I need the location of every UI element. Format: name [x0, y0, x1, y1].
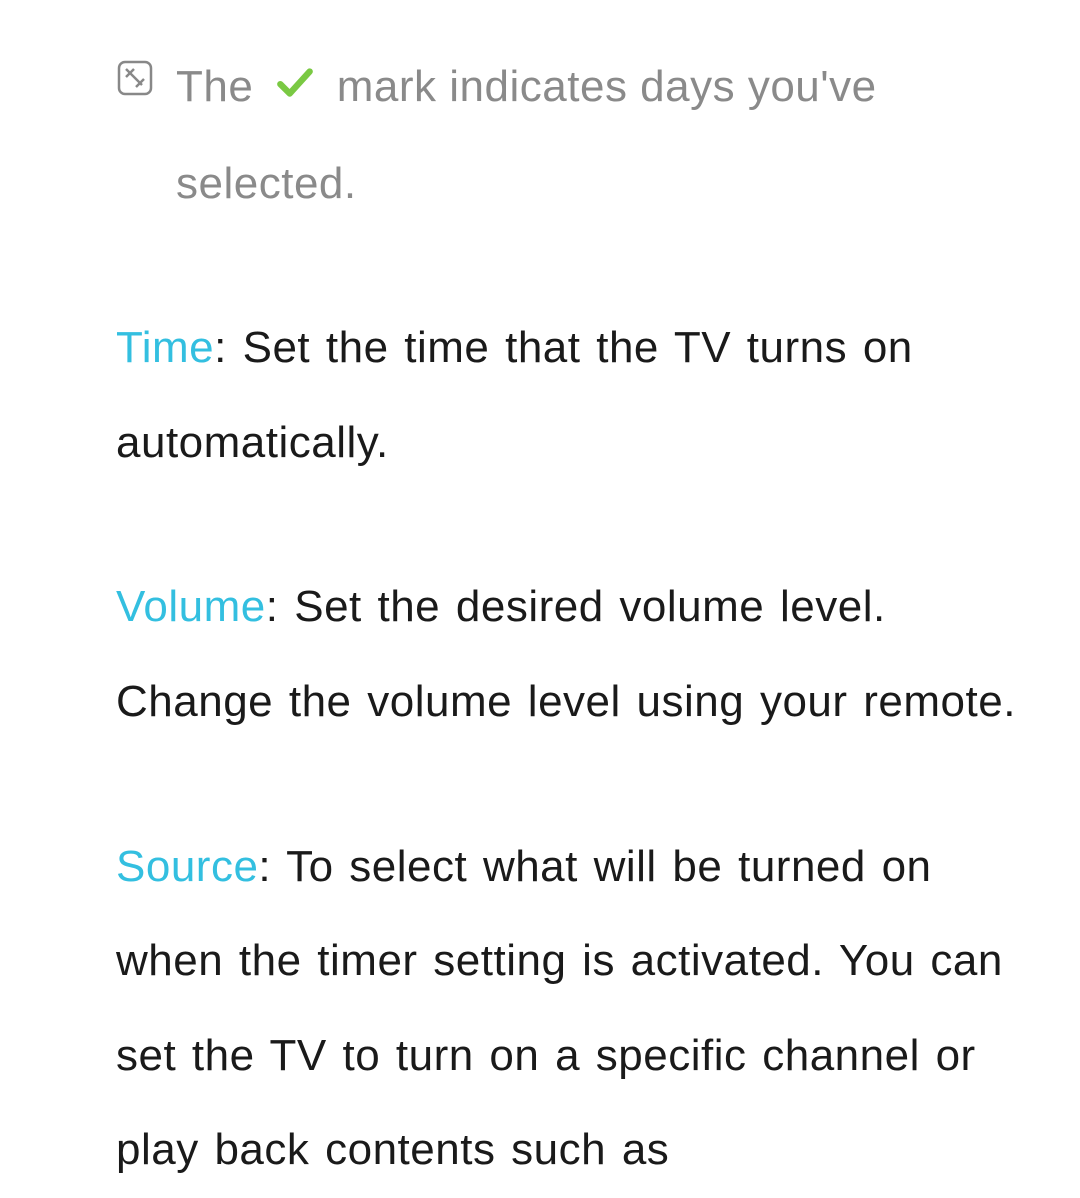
- desc-source: : To select what will be turned on when …: [116, 842, 1003, 1175]
- note-block: The mark indicates days you've selected.: [116, 40, 1050, 231]
- label-volume: Volume: [116, 582, 266, 631]
- entry-volume: Volume: Set the desired volume level. Ch…: [116, 560, 1050, 749]
- entry-source: Source: To select what will be turned on…: [116, 820, 1050, 1198]
- label-time: Time: [116, 323, 214, 372]
- label-source: Source: [116, 842, 258, 891]
- note-text: The mark indicates days you've selected.: [176, 40, 1050, 231]
- desc-time: : Set the time that the TV turns on auto…: [116, 323, 913, 467]
- note-text-before: The: [176, 62, 266, 111]
- checkmark-icon: [274, 42, 316, 137]
- entry-time: Time: Set the time that the TV turns on …: [116, 301, 1050, 490]
- note-icon: [116, 50, 154, 88]
